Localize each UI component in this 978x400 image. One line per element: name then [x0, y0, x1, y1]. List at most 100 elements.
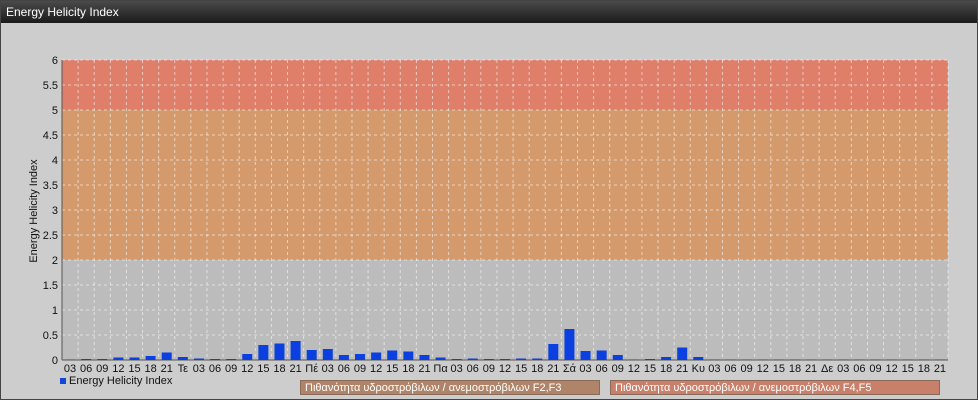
bar: [564, 329, 575, 360]
y-tick-label: 1.5: [43, 280, 58, 292]
x-tick-label: 09: [96, 363, 108, 375]
bar: [741, 359, 752, 360]
x-tick-label: 12: [885, 363, 897, 375]
x-tick-label: 21: [805, 363, 817, 375]
x-tick-label: 03: [322, 363, 334, 375]
bar: [693, 357, 704, 360]
y-tick-label: 0: [52, 355, 58, 367]
bar: [806, 359, 817, 360]
bar: [322, 349, 333, 360]
x-tick-label: Πέ: [305, 363, 318, 375]
bar: [129, 357, 140, 360]
bar: [757, 359, 768, 360]
x-tick-label: 06: [80, 363, 92, 375]
bar: [838, 359, 849, 360]
x-tick-label: 21: [547, 363, 559, 375]
x-tick-label: 06: [467, 363, 479, 375]
bar: [258, 345, 269, 360]
bar: [483, 359, 494, 360]
bar: [97, 359, 108, 360]
bar: [677, 347, 688, 360]
bar: [628, 359, 639, 360]
x-tick-label: 21: [418, 363, 430, 375]
bar: [580, 351, 591, 360]
x-tick-label: 06: [724, 363, 736, 375]
y-tick-label: 1: [52, 305, 58, 317]
x-tick-label: 21: [676, 363, 688, 375]
bar: [612, 355, 623, 360]
x-tick-label: 03: [708, 363, 720, 375]
bar: [467, 358, 478, 360]
bar: [403, 351, 414, 360]
bar: [274, 343, 285, 360]
bar: [355, 354, 366, 360]
x-tick-label: 09: [354, 363, 366, 375]
bar: [113, 357, 124, 360]
x-tick-label: 03: [193, 363, 205, 375]
x-tick-label: 12: [370, 363, 382, 375]
bar: [306, 350, 317, 360]
x-ticks: 03 06 09 12 15 18 21 Τε 03 06 09 12 15 18 21 Πέ 03 06 09 12…: [64, 363, 946, 375]
bar: [596, 350, 607, 360]
x-tick-label: Κυ: [692, 363, 705, 375]
y-tick-label: 5: [52, 105, 58, 117]
bar: [661, 357, 672, 360]
x-tick-label: Σά: [563, 363, 577, 375]
y-tick-label: 6: [52, 55, 58, 67]
bar: [500, 359, 510, 360]
legend-series: Energy Helicity Index: [60, 375, 172, 387]
bar: [789, 359, 800, 360]
x-tick-label: 18: [789, 363, 801, 375]
y-tick-label: 4.5: [43, 130, 58, 142]
bar: [902, 359, 913, 360]
x-tick-label: 06: [338, 363, 350, 375]
x-tick-label: 12: [241, 363, 253, 375]
bar: [532, 358, 543, 360]
x-tick-label: 09: [869, 363, 881, 375]
x-tick-label: 18: [660, 363, 672, 375]
bar: [709, 359, 720, 360]
bar: [242, 354, 253, 360]
legend-swatch: [60, 378, 66, 385]
x-tick-label: 18: [402, 363, 414, 375]
bar: [822, 359, 833, 360]
x-tick-label: 03: [579, 363, 591, 375]
bar: [419, 355, 430, 360]
bar: [451, 359, 462, 360]
x-tick-label: 18: [918, 363, 930, 375]
x-tick-label: Πα: [433, 363, 448, 375]
y-tick-label: 0.5: [43, 330, 58, 342]
bar: [644, 359, 655, 360]
bar: [918, 359, 929, 360]
y-axis-label: Energy Helicity Index: [28, 159, 40, 263]
x-tick-label: 15: [644, 363, 656, 375]
x-tick-label: 03: [451, 363, 463, 375]
x-tick-label: Τε: [178, 363, 189, 375]
bar: [161, 352, 172, 360]
x-tick-label: 15: [128, 363, 140, 375]
bar: [371, 352, 382, 360]
x-tick-label: 15: [515, 363, 527, 375]
x-tick-label: 06: [596, 363, 608, 375]
y-tick-label: 3.5: [43, 180, 58, 192]
bar: [193, 358, 204, 360]
y-tick-label: 2: [52, 255, 58, 267]
bar: [886, 359, 897, 360]
x-tick-label: 09: [225, 363, 237, 375]
x-tick-label: 12: [757, 363, 769, 375]
x-tick-label: 03: [64, 363, 76, 375]
bar: [145, 356, 156, 360]
x-tick-label: 18: [531, 363, 543, 375]
legend-series-label: Energy Helicity Index: [69, 375, 173, 387]
x-tick-label: 03: [837, 363, 849, 375]
x-tick-label: 06: [209, 363, 221, 375]
bar: [210, 359, 221, 360]
x-tick-label: Δε: [821, 363, 833, 375]
x-tick-label: 09: [483, 363, 495, 375]
legend-band-f4f5: Πιθανότητα υδροστρόβιλων / ανεμοστρόβιλω…: [610, 380, 940, 395]
x-tick-label: 15: [902, 363, 914, 375]
y-tick-label: 5.5: [43, 80, 58, 92]
y-tick-label: 4: [52, 155, 58, 167]
bar: [435, 357, 446, 360]
bar: [338, 355, 349, 360]
